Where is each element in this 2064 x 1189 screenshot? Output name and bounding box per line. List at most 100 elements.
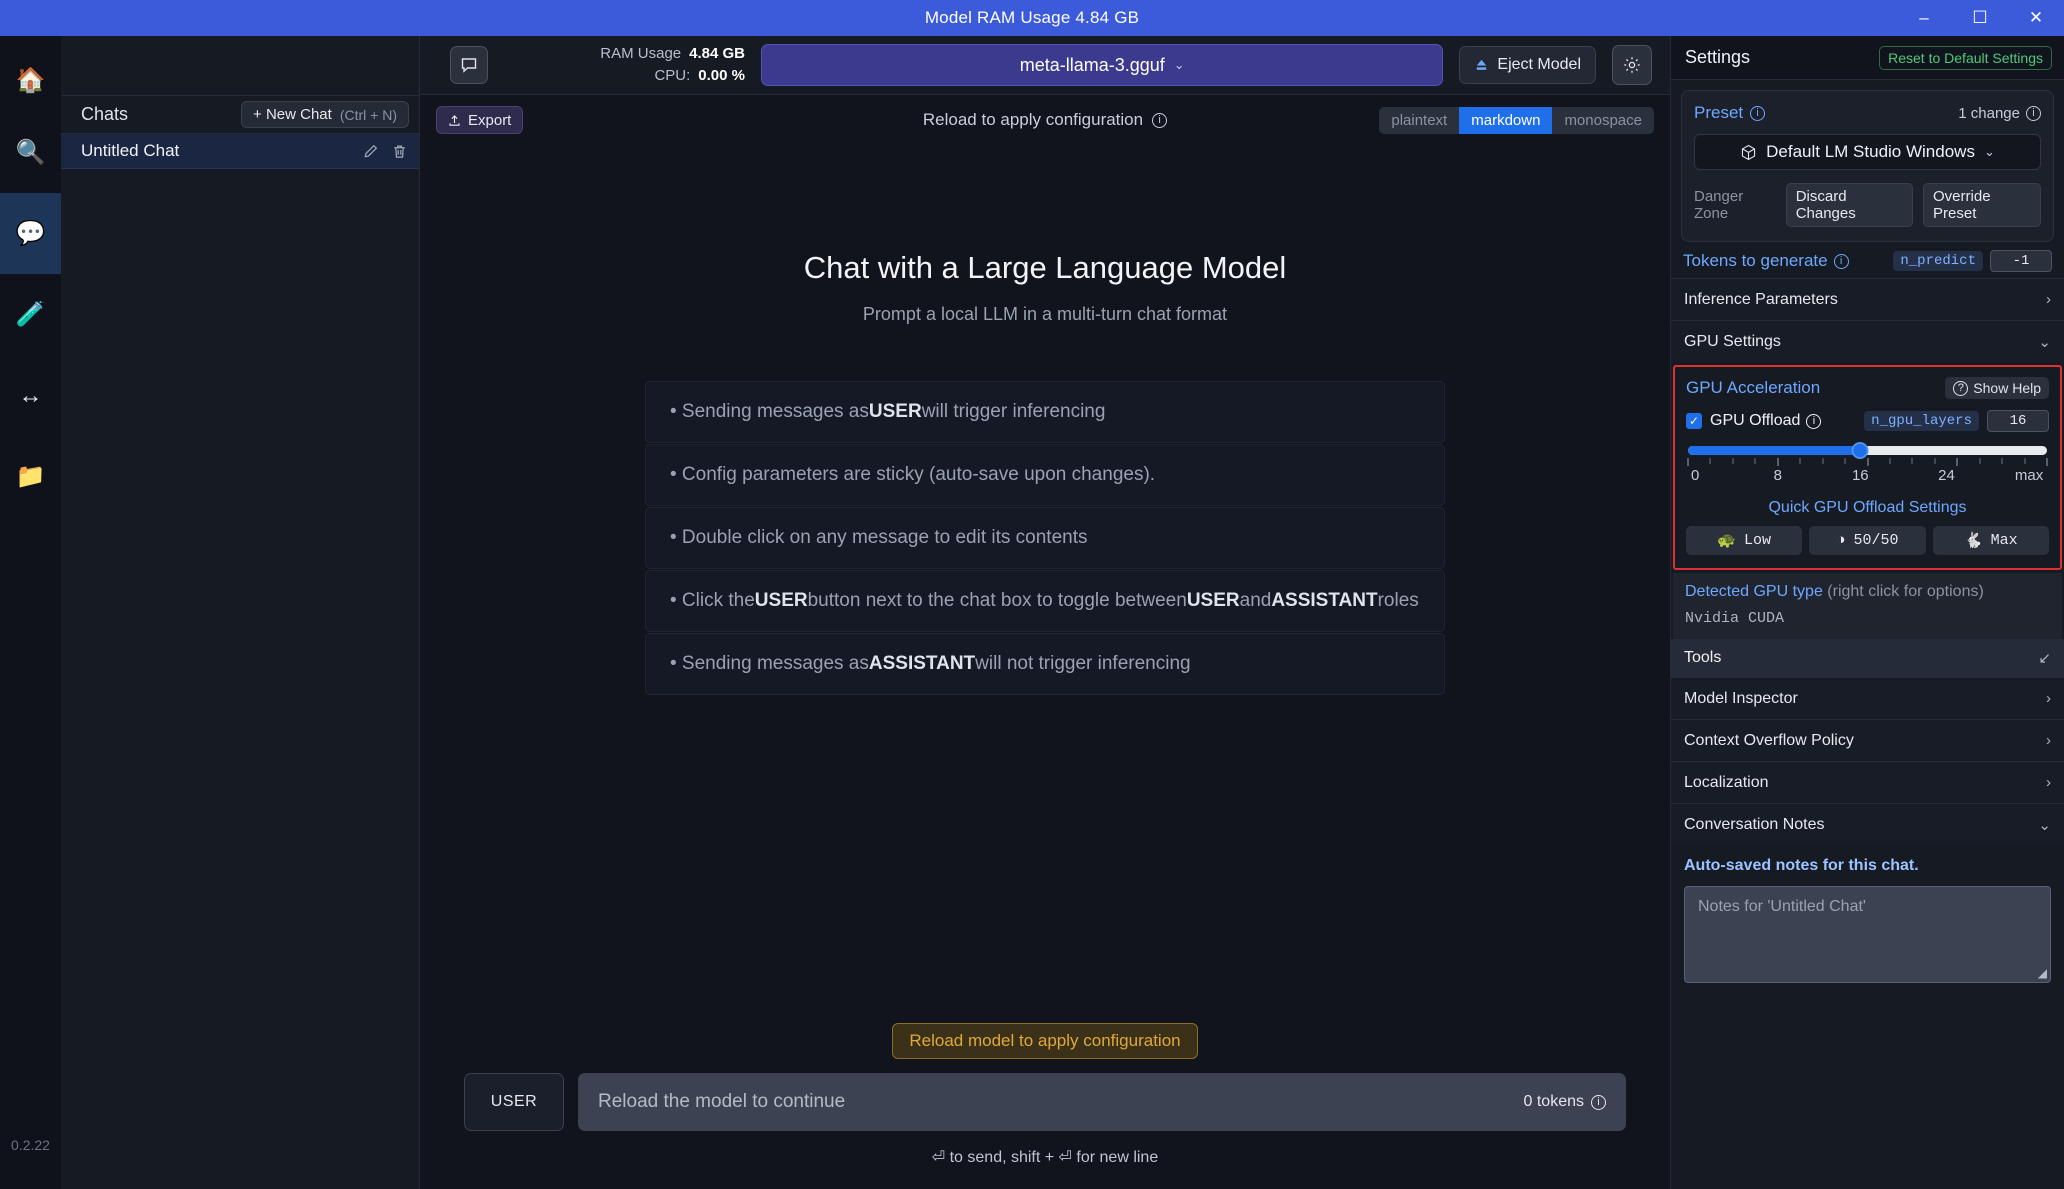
info-icon[interactable]: i bbox=[1750, 105, 1766, 121]
toggle-chat-sidebar-button[interactable] bbox=[449, 46, 488, 84]
tool-row-model-inspector[interactable]: Model Inspector › bbox=[1671, 677, 2064, 719]
info-icon[interactable]: i bbox=[1152, 112, 1168, 128]
rail-item-resize[interactable]: ↔ bbox=[0, 355, 61, 436]
rail-item-search[interactable]: 🔍 bbox=[0, 112, 61, 193]
arrows-horizontal-icon: ↔ bbox=[18, 381, 43, 409]
tool-label: Context Overflow Policy bbox=[1684, 731, 1854, 749]
chat-item-title: Untitled Chat bbox=[81, 141, 180, 160]
composer-hint: ⏎ to send, shift + ⏎ for new line bbox=[931, 1149, 1159, 1166]
quick-low-button[interactable]: 🐢 Low bbox=[1686, 526, 1803, 555]
gpu-layers-slider-wrap: 0 8 16 24 max bbox=[1686, 442, 2049, 485]
maximize-button[interactable]: ☐ bbox=[1952, 0, 2008, 36]
format-monospace[interactable]: monospace bbox=[1552, 107, 1654, 134]
message-input[interactable]: Reload the model to continue 0 tokens i bbox=[578, 1073, 1626, 1131]
new-chat-button[interactable]: + New Chat (Ctrl + N) bbox=[241, 101, 409, 128]
window-titlebar: Model RAM Usage 4.84 GB – ☐ ✕ bbox=[0, 0, 2064, 36]
collapse-icon[interactable]: ↙ bbox=[2038, 649, 2051, 667]
sidebar-toggle-wrap bbox=[438, 46, 499, 84]
tick-label: 16 bbox=[1851, 467, 1869, 484]
override-preset-button[interactable]: Override Preset bbox=[1923, 183, 2041, 227]
gpu-offload-checkbox[interactable]: ✓ bbox=[1686, 413, 1702, 429]
detected-gpu-title: Detected GPU type (right click for optio… bbox=[1685, 583, 2050, 601]
detected-gpu-card[interactable]: Detected GPU type (right click for optio… bbox=[1673, 573, 2062, 639]
slider-thumb[interactable] bbox=[1851, 442, 1869, 459]
tool-row-conversation-notes[interactable]: Conversation Notes ⌄ bbox=[1671, 803, 2064, 845]
preset-label-wrap: Preset i bbox=[1694, 103, 1766, 123]
preset-change-count: 1 change bbox=[1958, 104, 2020, 122]
window-controls: – ☐ ✕ bbox=[1896, 0, 2064, 36]
rail-item-home[interactable]: 🏠 bbox=[0, 50, 61, 112]
notes-textarea[interactable]: Notes for 'Untitled Chat' ◢ bbox=[1684, 886, 2051, 983]
danger-zone-label: Danger Zone bbox=[1694, 188, 1744, 222]
token-count-label: 0 tokens bbox=[1523, 1093, 1584, 1110]
reload-cta-wrap: Reload model to apply configuration bbox=[420, 1005, 1670, 1073]
n-gpu-layers-value[interactable]: 16 bbox=[1987, 410, 2049, 432]
window-title: Model RAM Usage 4.84 GB bbox=[924, 8, 1140, 27]
info-icon[interactable]: i bbox=[2026, 105, 2041, 121]
export-button[interactable]: Export bbox=[436, 106, 524, 134]
slider-tick bbox=[2001, 458, 2003, 464]
slider-tick bbox=[1911, 458, 1913, 464]
chevron-right-icon: › bbox=[2046, 774, 2051, 791]
tools-section-header[interactable]: Tools ↙ bbox=[1671, 639, 2064, 677]
trash-icon[interactable] bbox=[392, 144, 407, 159]
resize-grip-icon[interactable]: ◢ bbox=[2038, 966, 2047, 980]
chevron-right-icon: › bbox=[2046, 690, 2051, 707]
home-icon: 🏠 bbox=[15, 67, 46, 94]
conversation-notes-area: Auto-saved notes for this chat. Notes fo… bbox=[1671, 845, 2064, 983]
n-predict-value[interactable]: -1 bbox=[1990, 250, 2052, 272]
top-toolbar: RAM Usage 4.84 GB CPU: 0.00 % meta-llama… bbox=[420, 36, 1670, 95]
list-item: • Config parameters are sticky (auto-sav… bbox=[645, 444, 1445, 506]
gpu-layers-slider[interactable] bbox=[1688, 442, 2047, 459]
section-gpu-settings[interactable]: GPU Settings ⌄ bbox=[1671, 320, 2064, 362]
gpu-acceleration-panel: GPU Acceleration ? Show Help ✓ GPU Offlo… bbox=[1673, 365, 2062, 570]
preset-dropdown[interactable]: Default LM Studio Windows ⌄ bbox=[1694, 134, 2041, 170]
slider-tick bbox=[2024, 458, 2026, 464]
chevron-down-icon: ⌄ bbox=[1173, 57, 1185, 72]
detected-gpu-label: Detected GPU type bbox=[1685, 583, 1823, 600]
role-toggle-button[interactable]: USER bbox=[464, 1073, 564, 1131]
chats-heading: Chats bbox=[81, 104, 129, 124]
show-help-button[interactable]: ? Show Help bbox=[1945, 377, 2049, 399]
reset-defaults-button[interactable]: Reset to Default Settings bbox=[1879, 45, 2052, 70]
gpu-acceleration-title: GPU Acceleration bbox=[1686, 378, 1821, 397]
quick-max-button[interactable]: 🐇 Max bbox=[1932, 526, 2049, 555]
slider-fill bbox=[1688, 446, 1861, 455]
close-button[interactable]: ✕ bbox=[2008, 0, 2064, 36]
rail-item-chat[interactable]: 💬 bbox=[0, 193, 61, 274]
chevron-down-icon: ⌄ bbox=[1983, 144, 1995, 159]
edit-icon[interactable] bbox=[363, 144, 378, 159]
tokens-to-generate-row[interactable]: Tokens to generate i n_predict -1 bbox=[1671, 248, 2064, 278]
chats-header: Chats + New Chat (Ctrl + N) bbox=[61, 95, 419, 134]
section-inference-parameters[interactable]: Inference Parameters › bbox=[1671, 278, 2064, 320]
detected-gpu-hint: (right click for options) bbox=[1827, 583, 1984, 600]
main-column: RAM Usage 4.84 GB CPU: 0.00 % meta-llama… bbox=[420, 36, 1670, 1189]
tool-row-localization[interactable]: Localization › bbox=[1671, 761, 2064, 803]
chats-sidebar: Chats + New Chat (Ctrl + N) Untitled Cha… bbox=[61, 36, 420, 1189]
info-icon[interactable]: i bbox=[1806, 413, 1822, 429]
format-markdown[interactable]: markdown bbox=[1459, 106, 1553, 134]
gear-icon bbox=[1624, 57, 1640, 73]
model-selector[interactable]: meta-llama-3.gguf ⌄ bbox=[761, 44, 1444, 86]
info-icon[interactable]: i bbox=[1833, 253, 1849, 269]
slider-tick-labels: 0 8 16 24 max bbox=[1688, 467, 2047, 485]
chat-list-item[interactable]: Untitled Chat bbox=[61, 134, 419, 169]
quick-offload-title: Quick GPU Offload Settings bbox=[1768, 499, 1967, 516]
settings-gear-button[interactable] bbox=[1612, 45, 1652, 85]
rail-item-experiment[interactable]: 🧪 bbox=[0, 274, 61, 355]
cpu-usage-row: CPU: 0.00 % bbox=[654, 65, 745, 87]
reload-model-button[interactable]: Reload model to apply configuration bbox=[892, 1023, 1198, 1059]
tool-row-context-overflow-policy[interactable]: Context Overflow Policy › bbox=[1671, 719, 2064, 761]
slider-tick bbox=[1889, 458, 1891, 464]
info-icon[interactable]: i bbox=[1591, 1094, 1606, 1110]
minimize-button[interactable]: – bbox=[1896, 0, 1952, 36]
list-item: • Sending messages as ASSISTANT will not… bbox=[645, 633, 1445, 695]
quick-5050-button[interactable]: ◑ 50/50 bbox=[1809, 526, 1926, 555]
discard-changes-button[interactable]: Discard Changes bbox=[1785, 183, 1914, 227]
slider-tick bbox=[1956, 458, 1958, 466]
format-plaintext[interactable]: plaintext bbox=[1379, 107, 1459, 134]
rail-item-folder[interactable]: 📁 bbox=[0, 436, 61, 517]
export-label: Export bbox=[468, 111, 512, 129]
eject-model-button[interactable]: Eject Model bbox=[1459, 46, 1596, 84]
preset-header-row: Preset i 1 change i bbox=[1694, 103, 2041, 123]
